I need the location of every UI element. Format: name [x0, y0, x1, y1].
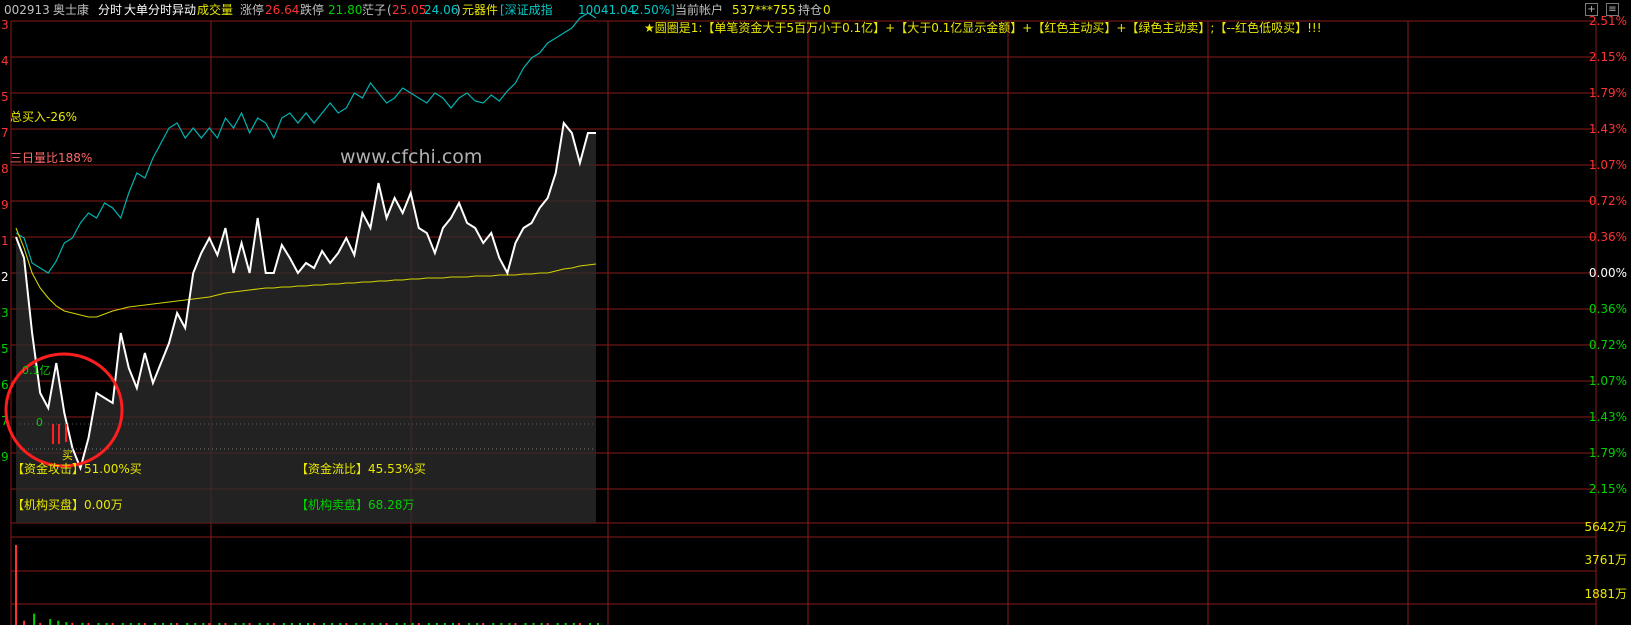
- volume-bar-down: [33, 613, 36, 625]
- left-axis-label: 4: [1, 54, 9, 68]
- pct-tick-label: 0.36%: [1589, 230, 1627, 244]
- left-axis-label: 2: [1, 270, 9, 284]
- left-axis-label: 3: [1, 18, 9, 32]
- red-bar-marker: [65, 424, 67, 442]
- pct-tick-label: 1.07%: [1589, 374, 1627, 388]
- inst-buy-stat: 【机构买盘】0.00万: [12, 498, 123, 512]
- pct-tick-label: 1.07%: [1589, 158, 1627, 172]
- volume-tick-label: 3761万: [1584, 553, 1627, 567]
- price-pct-axis: 2.51% 2.15% 1.79% 1.43% 1.07% 0.72% 0.36% 0.00%…: [1589, 14, 1627, 496]
- left-axis-label: 5: [1, 90, 9, 104]
- volume-tick-label: 1881万: [1584, 587, 1627, 601]
- total-buy-label: 总买入-26%: [10, 110, 78, 124]
- formula-note: ★圆圈是1:【单笔资金大于5百万小于0.1亿】+【大于0.1亿显示金额】+【红色…: [644, 21, 1322, 35]
- vol-ratio-label: 三日量比188%: [10, 151, 93, 165]
- pct-tick-label: 1.43%: [1589, 410, 1627, 424]
- left-axis-label: 3: [1, 306, 9, 320]
- index-line: [15, 12, 597, 274]
- pct-tick-label: 0.00%: [1589, 266, 1627, 280]
- marker-buy-label: 买: [62, 449, 73, 462]
- red-bar-marker: [52, 424, 54, 444]
- pct-tick-label: 0.72%: [1589, 338, 1627, 352]
- volume-tick-label: 5642万: [1584, 520, 1627, 534]
- volume-bar-up: [23, 620, 26, 625]
- volume-bars: [15, 544, 599, 625]
- left-axis-label: 5: [1, 342, 9, 356]
- left-axis-label: 9: [1, 450, 9, 464]
- pct-tick-label: 0.36%: [1589, 302, 1627, 316]
- marker-01-label: 0.1亿: [22, 364, 51, 377]
- pct-tick-label: 1.79%: [1589, 446, 1627, 460]
- pct-tick-label: 1.79%: [1589, 86, 1627, 100]
- intraday-chart: 3457891235679 2.51%2.15%1.79%1.43%1.07%0…: [1, 12, 1627, 625]
- volume-bar-down: [49, 619, 52, 625]
- pct-tick-label: 2.15%: [1589, 50, 1627, 64]
- pct-tick-label: 2.51%: [1589, 14, 1627, 28]
- marker-0-label: 0: [36, 416, 43, 429]
- pct-tick-label: 2.15%: [1589, 482, 1627, 496]
- flow-stat: 【资金流比】45.53%买: [296, 462, 426, 476]
- attack-stat: 【资金攻击】51.00%买: [12, 462, 142, 476]
- volume-bar-up: [15, 544, 17, 625]
- left-axis-label: 9: [1, 198, 9, 212]
- inst-sell-stat: 【机构卖盘】68.28万: [296, 498, 415, 512]
- left-axis-label: 6: [1, 378, 9, 392]
- red-bar-marker: [58, 424, 60, 444]
- volume-bar-down: [57, 620, 60, 625]
- watermark: www.cfchi.com: [340, 146, 483, 168]
- left-axis-label: 1: [1, 234, 9, 248]
- left-axis-label: 8: [1, 162, 9, 176]
- left-axis-label: 7: [1, 126, 9, 140]
- pct-tick-label: 0.72%: [1589, 194, 1627, 208]
- volume-axis: 5642万 3761万 1881万: [1584, 520, 1627, 601]
- pct-tick-label: 1.43%: [1589, 122, 1627, 136]
